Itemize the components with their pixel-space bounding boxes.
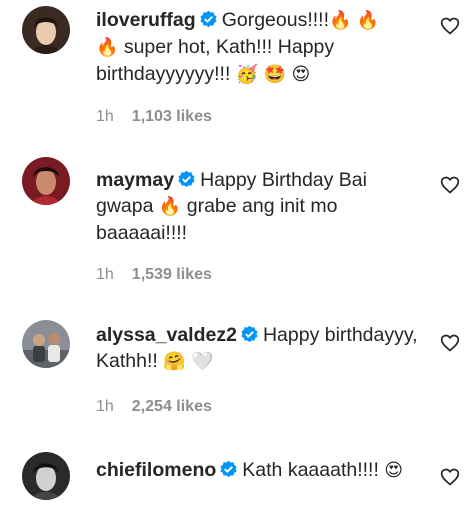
white-heart-emoji: 🤍 xyxy=(191,351,214,372)
comment-time[interactable]: 1h xyxy=(96,398,114,415)
comment-text: Gorgeous!!!! xyxy=(221,9,329,31)
comment-username[interactable]: maymay xyxy=(96,169,174,191)
heart-outline-icon[interactable] xyxy=(440,467,460,487)
fire-emoji: 🔥 xyxy=(96,37,119,58)
comment-time[interactable]: 1h xyxy=(96,108,114,125)
verified-badge-icon xyxy=(178,170,195,188)
verified-badge-icon xyxy=(241,325,258,343)
fire-emoji: 🔥 xyxy=(356,10,380,31)
verified-badge-icon xyxy=(200,10,217,28)
comment-time[interactable]: 1h xyxy=(96,266,114,283)
heart-outline-icon[interactable] xyxy=(440,16,460,36)
fire-emoji: 🔥 xyxy=(158,196,182,217)
avatar[interactable] xyxy=(22,320,70,368)
heart-outline-icon[interactable] xyxy=(440,333,460,353)
comment-username[interactable]: iloveruffag xyxy=(96,9,196,31)
comment-username[interactable]: chiefilomeno xyxy=(96,459,216,481)
star-struck-emoji: 🤩 xyxy=(263,64,287,85)
heart-eyes-emoji: 😍 xyxy=(384,460,404,481)
avatar[interactable] xyxy=(22,452,70,500)
fire-emoji: 🔥 xyxy=(329,10,352,31)
comment-likes[interactable]: 1,539 likes xyxy=(132,266,212,283)
heart-eyes-emoji: 😍 xyxy=(291,64,311,85)
comment-likes[interactable]: 2,254 likes xyxy=(132,398,212,415)
comment-text: Kath kaaaath!!!! xyxy=(242,459,385,481)
avatar[interactable] xyxy=(22,157,70,205)
partying-face-emoji: 🥳 xyxy=(235,64,259,85)
comment-likes[interactable]: 1,103 likes xyxy=(132,108,212,125)
hugging-face-emoji: 🤗 xyxy=(163,351,186,372)
verified-badge-icon xyxy=(220,460,237,478)
avatar[interactable] xyxy=(22,6,70,54)
comment-username[interactable]: alyssa_valdez2 xyxy=(96,324,237,346)
heart-outline-icon[interactable] xyxy=(440,175,460,195)
